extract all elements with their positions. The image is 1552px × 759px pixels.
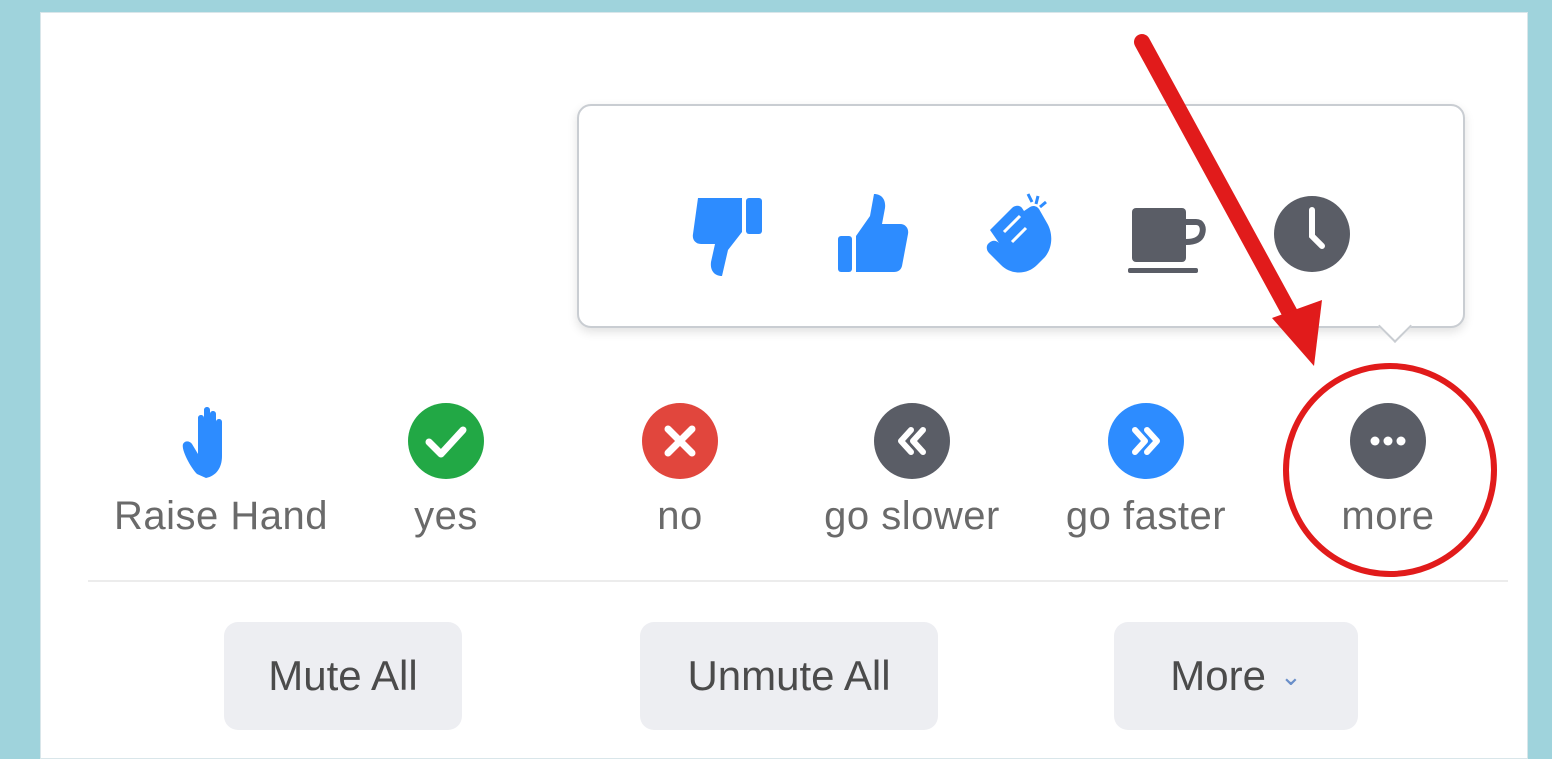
coffee-cup-icon[interactable] [1128,190,1208,280]
go-faster-label: go faster [1065,494,1227,538]
clap-icon[interactable] [976,190,1056,280]
raise-hand-label: Raise Hand [114,494,329,538]
fast-forward-icon [1107,402,1185,480]
no-label: no [657,494,703,538]
more-label: more [1341,494,1435,538]
go-slower-label: go slower [824,494,1000,538]
raise-hand-button[interactable]: Raise Hand [114,402,329,539]
more-dropdown-button[interactable]: More ⌄ [1114,622,1358,730]
x-icon [641,402,719,480]
no-button[interactable]: no [580,402,780,539]
more-reactions-button[interactable]: more [1288,402,1488,539]
rewind-icon [873,402,951,480]
mute-all-button[interactable]: Mute All [224,622,462,730]
divider [88,580,1508,582]
go-slower-button[interactable]: go slower [812,402,1012,539]
thumbs-up-icon[interactable] [832,190,912,280]
more-dropdown-label: More [1170,652,1266,699]
yes-button[interactable]: yes [346,402,546,539]
ellipsis-icon [1349,402,1427,480]
yes-label: yes [414,494,478,538]
raise-hand-icon [175,402,253,480]
unmute-all-button[interactable]: Unmute All [640,622,938,730]
checkmark-icon [407,402,485,480]
mute-all-label: Mute All [268,652,418,699]
clock-icon[interactable] [1272,190,1352,280]
unmute-all-label: Unmute All [687,652,891,699]
go-faster-button[interactable]: go faster [1046,402,1246,539]
thumbs-down-icon[interactable] [690,190,770,280]
chevron-down-icon: ⌄ [1279,660,1302,691]
